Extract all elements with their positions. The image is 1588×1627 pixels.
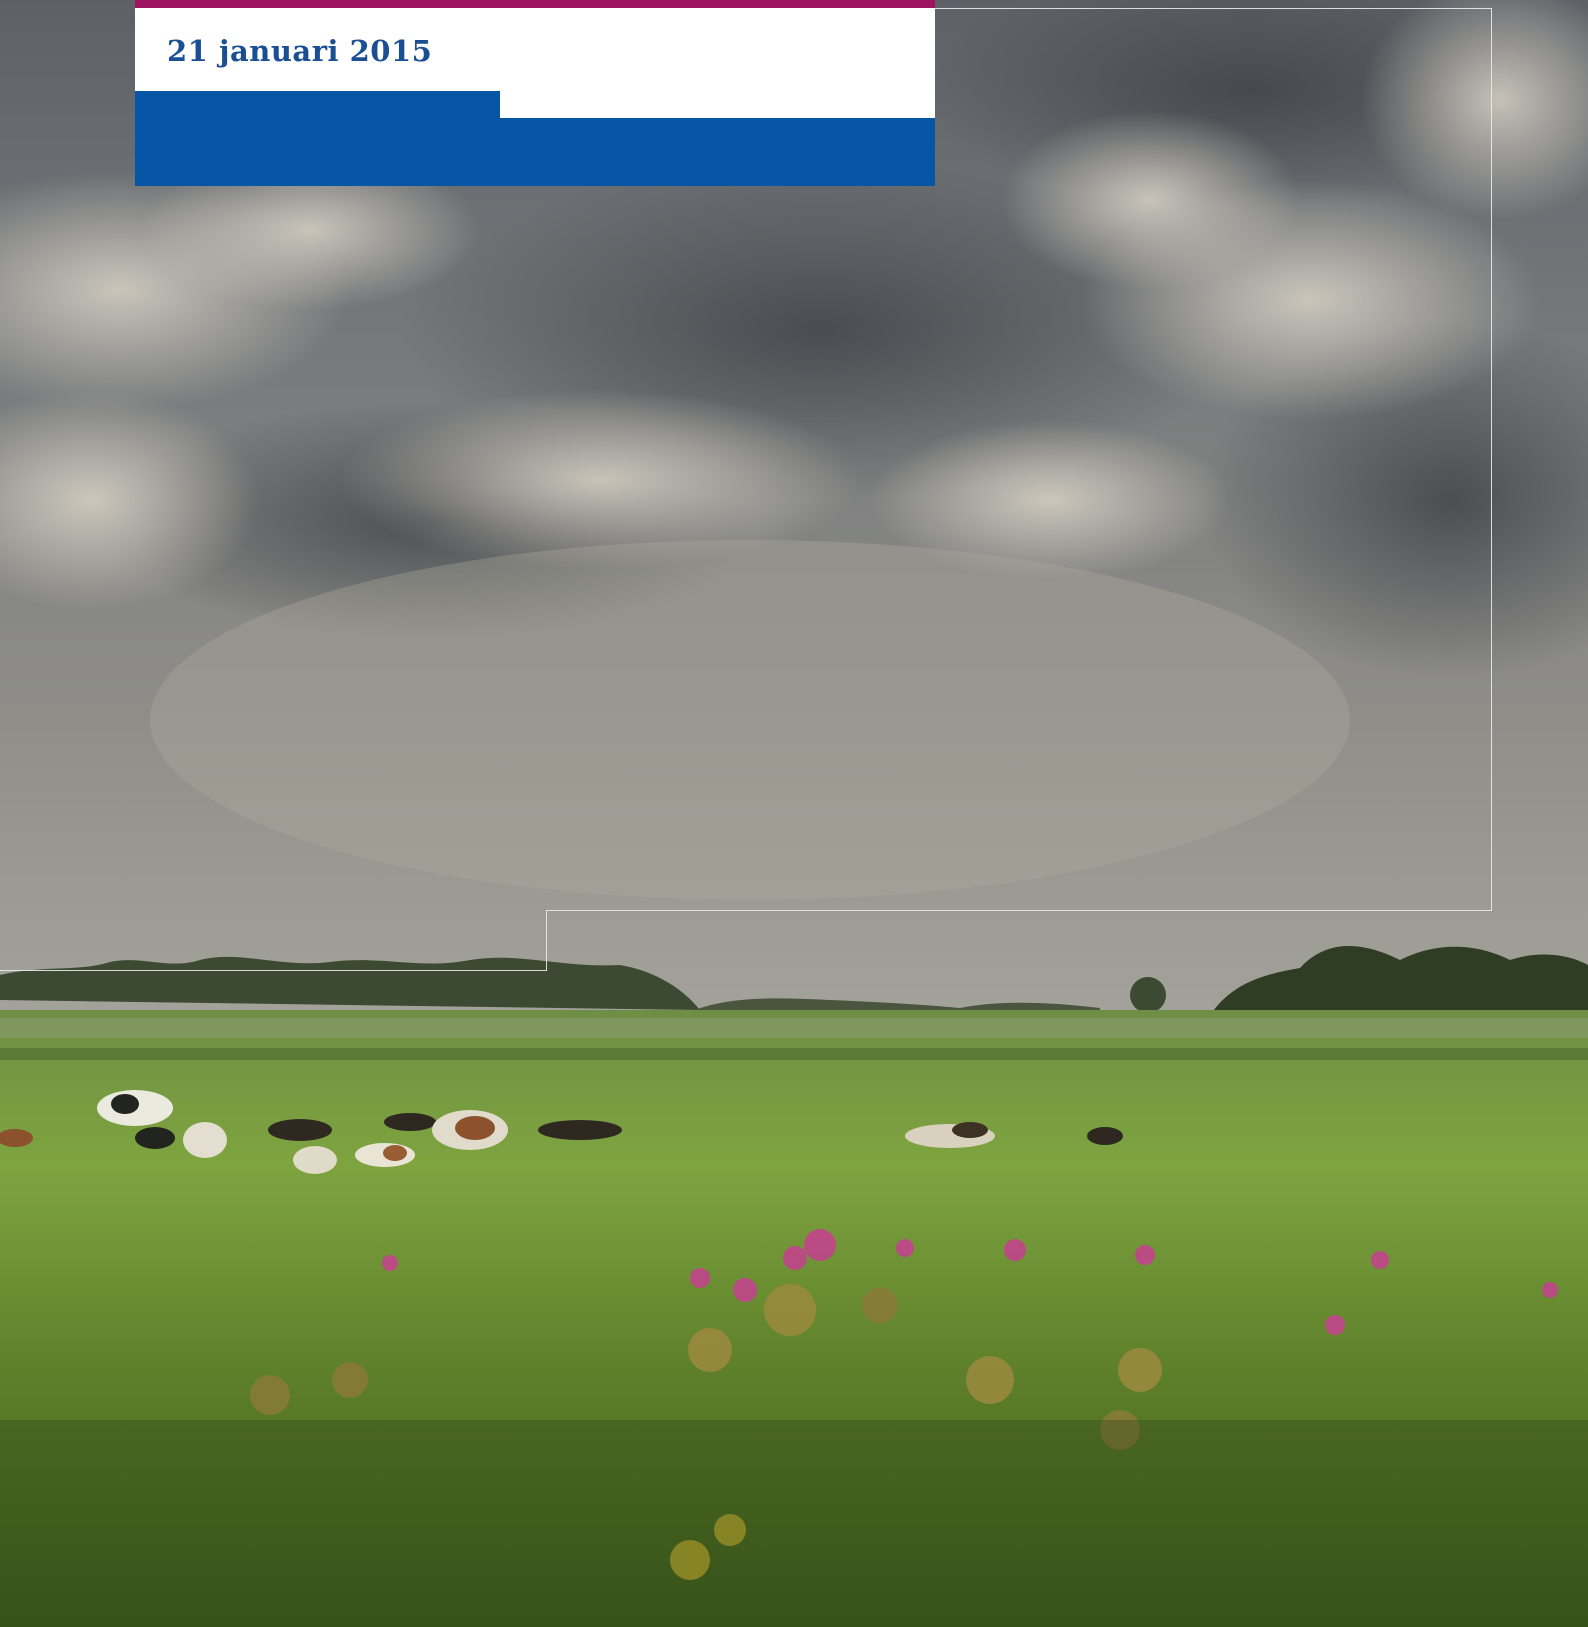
frame-line-step	[546, 910, 547, 971]
cover-date: 21 januari 2015	[167, 34, 433, 68]
cover-header: 21 januari 2015	[135, 0, 935, 186]
frame-line-middle	[546, 910, 1492, 911]
header-blue-tab	[135, 91, 500, 119]
frame-line-right	[1491, 8, 1492, 911]
frame-line-bottom	[0, 970, 547, 971]
header-accent-bar	[135, 0, 935, 8]
header-blue-bar	[135, 118, 935, 186]
report-cover: 21 januari 2015	[0, 0, 1588, 1627]
frame-line-top	[935, 8, 1492, 9]
cover-photo	[0, 0, 1588, 1627]
